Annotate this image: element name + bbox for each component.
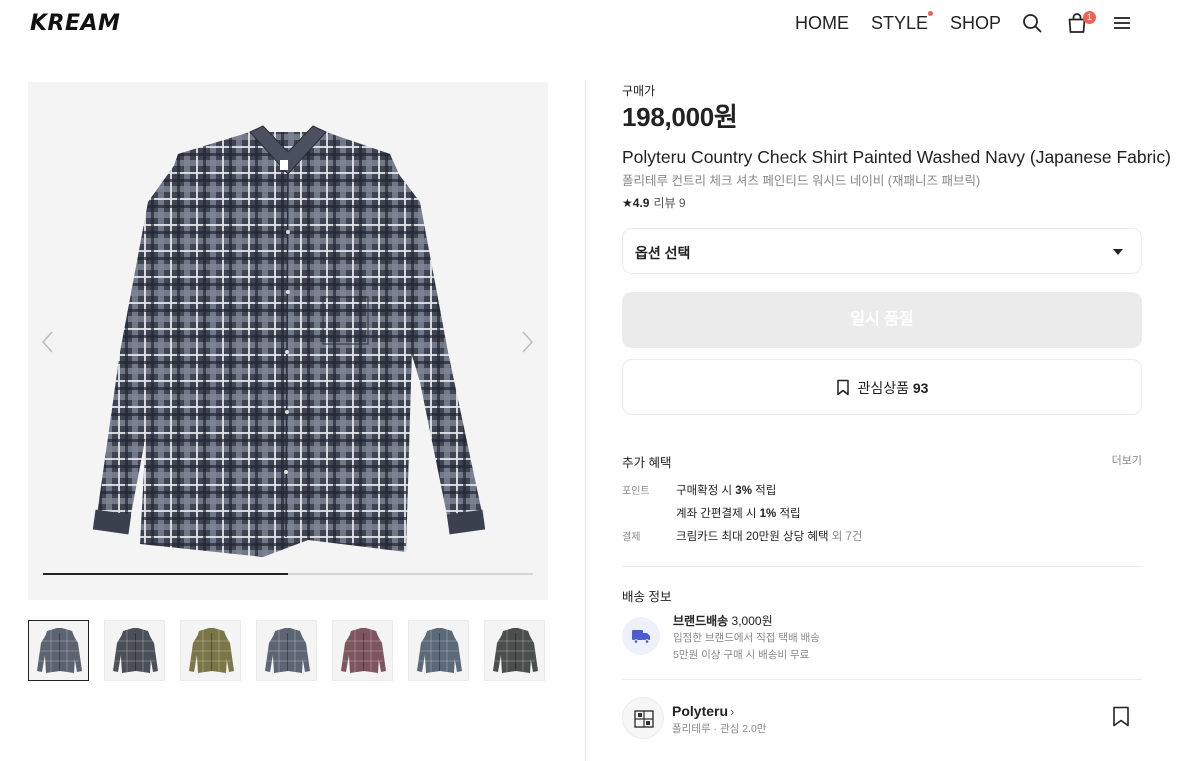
main-nav: HOME STYLE SHOP bbox=[795, 11, 1023, 34]
review-count: 리뷰 9 bbox=[653, 196, 686, 210]
benefit-text: 구매확정 시 bbox=[676, 485, 736, 497]
kream-logo[interactable]: KREAM bbox=[30, 11, 120, 36]
option-select[interactable]: 옵션 선택 bbox=[622, 228, 1142, 274]
gallery-thumbnail[interactable] bbox=[180, 620, 241, 681]
shipping-free-note: 5만원 이상 구매 시 배송비 무료 bbox=[673, 649, 810, 661]
cart-count-badge: 1 bbox=[1083, 11, 1096, 24]
benefit-key: 결제 bbox=[622, 532, 641, 543]
gallery-thumbnail[interactable] bbox=[408, 620, 469, 681]
shirt-image bbox=[92, 125, 486, 557]
benefits-title: 추가 혜택 bbox=[622, 456, 672, 470]
brand-subtitle: 폴리테루 · 관심 2.0만 bbox=[672, 723, 767, 735]
shirt-thumb-image bbox=[113, 628, 158, 673]
benefit-suffix: 적립 bbox=[751, 485, 777, 497]
brand-avatar[interactable] bbox=[622, 697, 664, 739]
truck-icon bbox=[632, 630, 650, 644]
brand-logo-icon bbox=[634, 710, 654, 728]
benefit-row: 결제 크림카드 최대 20만원 상당 혜택 외 7건 bbox=[622, 528, 862, 544]
thumbnail-strip bbox=[28, 620, 545, 681]
truck-icon-wrapper bbox=[622, 617, 660, 655]
shirt-thumb-image bbox=[341, 628, 386, 673]
soldout-button[interactable]: 일시 품절 bbox=[622, 292, 1142, 348]
benefit-text: 계좌 간편결제 시 bbox=[676, 508, 760, 520]
gallery-thumbnail[interactable] bbox=[28, 620, 89, 681]
shirt-thumb-image bbox=[493, 628, 538, 673]
chevron-right-icon: › bbox=[730, 704, 735, 719]
section-divider bbox=[622, 566, 1142, 567]
benefit-row: 포인트 구매확정 시 3% 적립 bbox=[622, 482, 776, 498]
wishlist-label: 관심상품 bbox=[857, 380, 909, 396]
prev-arrow-icon[interactable] bbox=[40, 330, 56, 354]
shirt-thumb-image bbox=[265, 628, 310, 673]
benefit-rate: 1% bbox=[759, 508, 777, 520]
product-title-ko: 폴리테루 컨트리 체크 셔츠 페인티드 워시드 네이비 (재패니즈 패브릭) bbox=[622, 174, 981, 188]
option-select-label: 옵션 선택 bbox=[635, 245, 691, 261]
rating-row[interactable]: ★4.9 리뷰 9 bbox=[622, 194, 1142, 211]
product-main-image[interactable] bbox=[28, 82, 548, 600]
brand-name: Polyteru bbox=[672, 703, 729, 719]
shipping-desc: 입점한 브랜드에서 직접 택배 배송 bbox=[673, 632, 820, 644]
nav-style[interactable]: STYLE bbox=[871, 11, 934, 34]
gallery-thumbnail[interactable] bbox=[332, 620, 393, 681]
nav-style-label: STYLE bbox=[871, 13, 929, 33]
nav-shop[interactable]: SHOP bbox=[950, 13, 1001, 34]
caret-down-icon bbox=[1113, 249, 1123, 255]
shipping-name: 브랜드배송 bbox=[673, 614, 729, 628]
column-divider bbox=[585, 80, 586, 761]
brand-bookmark-icon[interactable] bbox=[1112, 706, 1130, 727]
wishlist-count: 93 bbox=[912, 380, 929, 396]
search-icon[interactable] bbox=[1021, 12, 1043, 34]
star-icon: ★ bbox=[622, 196, 633, 210]
nav-home[interactable]: HOME bbox=[795, 13, 849, 34]
shirt-thumb-image bbox=[417, 628, 462, 673]
product-price: 198,000원 bbox=[622, 102, 738, 132]
brand-link[interactable]: Polyteru › bbox=[672, 703, 734, 719]
shipping-fee: 3,000원 bbox=[731, 614, 773, 628]
new-dot-icon bbox=[928, 11, 934, 16]
benefit-extra: 외 7건 bbox=[828, 531, 863, 543]
shirt-thumb-image bbox=[189, 628, 234, 673]
benefit-rate: 3% bbox=[735, 485, 752, 497]
benefit-key: 포인트 bbox=[622, 486, 650, 497]
gallery-thumbnail[interactable] bbox=[484, 620, 545, 681]
gallery-thumbnail[interactable] bbox=[256, 620, 317, 681]
benefit-text: 크림카드 최대 20만원 상당 혜택 bbox=[676, 531, 829, 543]
wishlist-button[interactable]: 관심상품 93 bbox=[622, 359, 1142, 415]
gallery-progress-bar bbox=[43, 573, 533, 575]
rating-value: 4.9 bbox=[632, 196, 650, 210]
product-title-en: Polyteru Country Check Shirt Painted Was… bbox=[622, 147, 1171, 167]
bookmark-icon bbox=[836, 379, 849, 396]
shirt-thumb-image bbox=[37, 628, 82, 673]
shipping-method: 브랜드배송 3,000원 bbox=[673, 612, 773, 629]
menu-icon[interactable] bbox=[1111, 12, 1133, 34]
section-divider bbox=[622, 679, 1142, 680]
benefits-more-link[interactable]: 더보기 bbox=[1112, 452, 1142, 468]
gallery-thumbnail[interactable] bbox=[104, 620, 165, 681]
benefit-suffix: 적립 bbox=[776, 508, 801, 520]
gallery-progress-fill bbox=[43, 573, 288, 575]
shipping-title: 배송 정보 bbox=[622, 590, 672, 604]
benefit-row: 계좌 간편결제 시 1% 적립 bbox=[622, 505, 801, 521]
next-arrow-icon[interactable] bbox=[519, 330, 535, 354]
